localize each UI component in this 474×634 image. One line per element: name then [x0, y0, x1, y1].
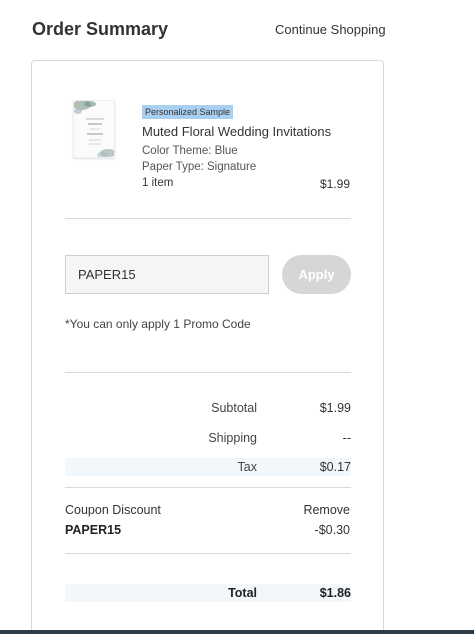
personalized-sample-badge: Personalized Sample — [142, 105, 234, 119]
subtotal-row: Subtotal $1.99 — [65, 399, 351, 417]
promo-note: *You can only apply 1 Promo Code — [65, 317, 251, 331]
total-value: $1.86 — [319, 586, 351, 600]
shipping-row: Shipping -- — [65, 429, 351, 447]
product-thumbnail[interactable] — [73, 100, 115, 158]
bottom-bar — [0, 630, 474, 634]
item-price: $1.99 — [319, 177, 350, 191]
remove-coupon-link[interactable]: Remove — [303, 503, 350, 517]
divider — [65, 553, 351, 554]
promo-code-input[interactable] — [65, 255, 269, 294]
tax-row: Tax $0.17 — [65, 458, 351, 476]
divider — [65, 487, 351, 488]
coupon-discount-label: Coupon Discount — [65, 503, 161, 517]
coupon-amount: -$0.30 — [314, 523, 350, 537]
product-name[interactable]: Muted Floral Wedding Invitations — [142, 124, 331, 139]
total-row: Total $1.86 — [65, 584, 351, 602]
order-summary-page: Order Summary Continue Shopping Personal… — [0, 0, 474, 634]
paper-type-label: Paper Type: Signature — [142, 161, 257, 173]
tax-value: $0.17 — [319, 460, 351, 474]
item-quantity: 1 item — [142, 177, 174, 189]
shipping-value: -- — [342, 431, 351, 445]
tax-label: Tax — [237, 460, 257, 474]
color-theme-label: Color Theme: Blue — [142, 145, 238, 157]
order-summary-card: Personalized Sample Muted Floral Wedding… — [31, 60, 384, 634]
total-label: Total — [228, 586, 257, 600]
shipping-label: Shipping — [208, 431, 257, 445]
apply-promo-button[interactable]: Apply — [282, 255, 351, 294]
subtotal-value: $1.99 — [319, 401, 351, 415]
divider — [65, 372, 351, 373]
wedding-invitation-thumbnail-icon — [74, 101, 114, 157]
page-title: Order Summary — [32, 19, 169, 39]
continue-shopping-link[interactable]: Continue Shopping — [275, 22, 386, 37]
coupon-code: PAPER15 — [65, 523, 122, 537]
subtotal-label: Subtotal — [211, 401, 257, 415]
divider — [65, 218, 351, 219]
